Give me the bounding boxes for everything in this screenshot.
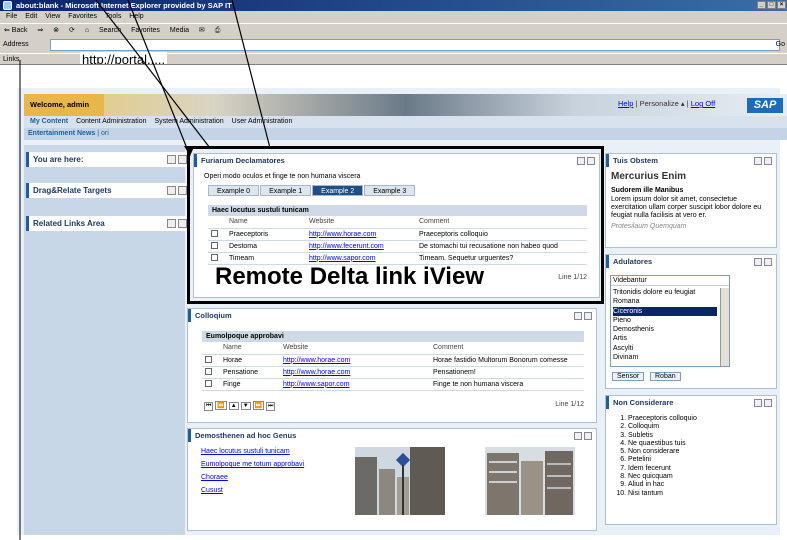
arrow-line — [127, 0, 191, 157]
annotation-arrows — [19, 0, 271, 540]
arrow-line — [231, 0, 271, 149]
arrow-line — [95, 0, 211, 149]
